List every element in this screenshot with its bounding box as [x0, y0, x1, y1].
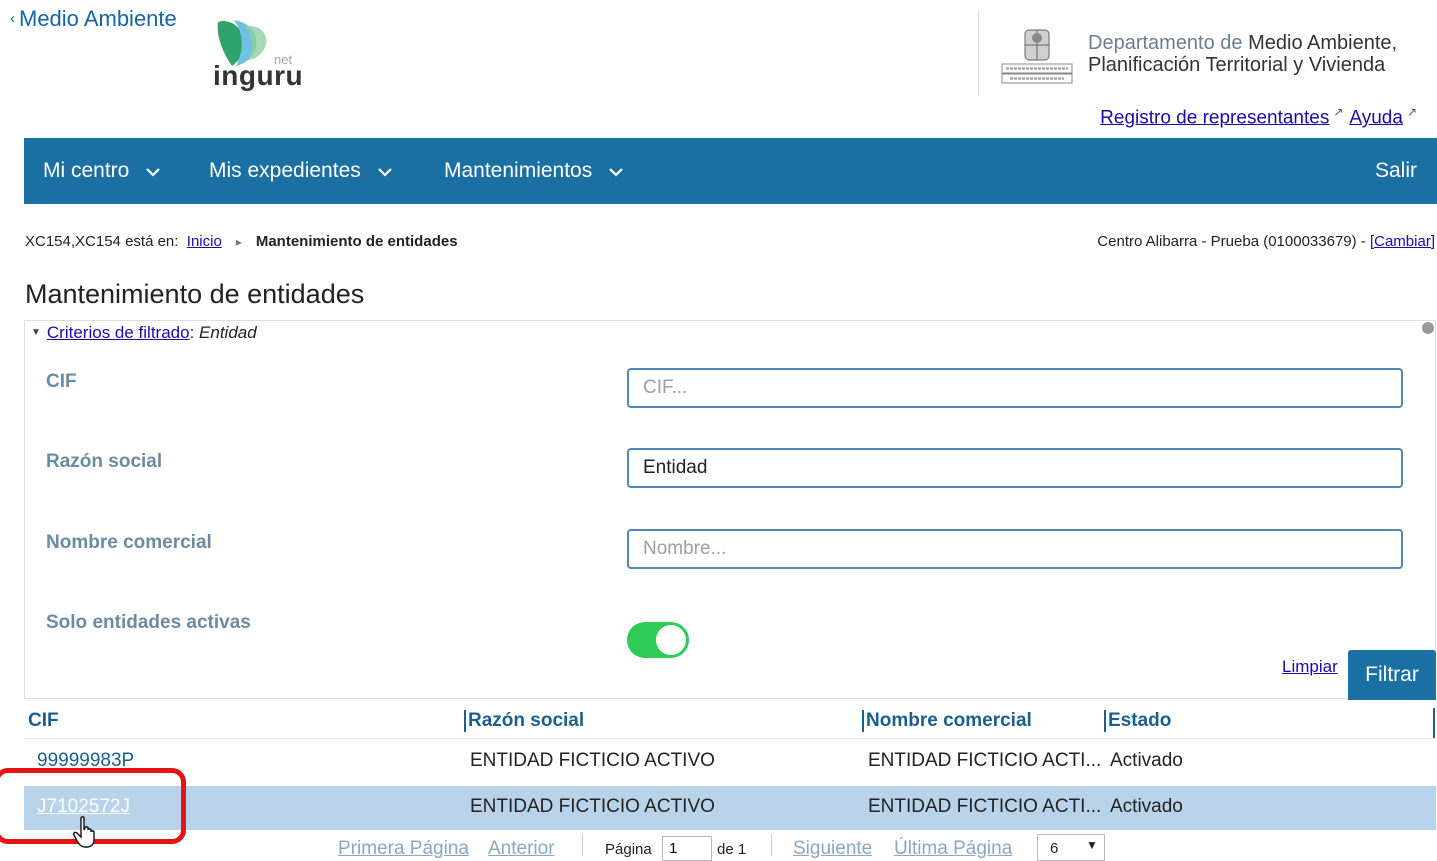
cell-nombre-comercial: ENTIDAD FICTICIO ACTI...: [868, 796, 1102, 817]
column-header-cif[interactable]: CIF: [28, 710, 59, 732]
toggle-knob: [656, 625, 686, 655]
department-name: Departamento de Medio Ambiente, Planific…: [1088, 32, 1397, 76]
pagination-page-input[interactable]: [662, 836, 712, 861]
centro-info: Centro Alibarra - Prueba (0100033679) - …: [1097, 233, 1435, 250]
column-header-nombre-comercial[interactable]: Nombre comercial: [862, 710, 1032, 732]
cambiar-centro-link[interactable]: [Cambiar]: [1370, 233, 1435, 250]
centro-label: Centro Alibarra - Prueba (0100033679) -: [1097, 233, 1370, 250]
header-divider: [978, 10, 979, 96]
registro-representantes-link[interactable]: Registro de representantes: [1100, 107, 1329, 128]
dept-prefix: Departamento de: [1088, 32, 1249, 54]
breadcrumb-prefix: XC154,XC154 está en:: [25, 233, 179, 250]
pagination-last[interactable]: Última Página: [894, 838, 1012, 860]
cif-input[interactable]: [627, 368, 1403, 408]
back-link-medio-ambiente[interactable]: ‹ Medio Ambiente: [10, 6, 177, 32]
hand-pointer-icon: [73, 816, 95, 848]
pagination-page-label: Página: [605, 841, 652, 858]
razon-social-input[interactable]: [627, 448, 1403, 488]
nav-mantenimientos-label: Mantenimientos: [444, 159, 593, 182]
dept-line2: Planificación Territorial y Vivienda: [1088, 54, 1386, 76]
pagination-of-label: de 1: [717, 841, 747, 858]
logo-wordmark: inguru: [213, 60, 304, 91]
column-header-razon-social[interactable]: Razón social: [464, 710, 584, 732]
external-link-icon: ↗: [1406, 105, 1417, 119]
cell-razon-social: ENTIDAD FICTICIO ACTIVO: [470, 796, 715, 817]
ayuda-link[interactable]: Ayuda: [1349, 107, 1403, 128]
filtrar-button[interactable]: Filtrar: [1348, 650, 1436, 700]
nav-mi-centro[interactable]: Mi centro: [43, 159, 161, 183]
dept-line1: Medio Ambiente,: [1248, 32, 1398, 54]
back-link-label: Medio Ambiente: [19, 6, 177, 31]
criteria-value: Entidad: [199, 323, 257, 342]
nav-mi-centro-label: Mi centro: [43, 159, 130, 182]
chevron-down-icon: [146, 168, 160, 177]
breadcrumb-inicio-link[interactable]: Inicio: [187, 233, 222, 250]
triangle-down-icon: ▼: [31, 327, 41, 338]
dropdown-arrow-icon: ▼: [1086, 838, 1098, 852]
filter-criteria-toggle[interactable]: ▼ Criterios de filtrado: Entidad: [31, 323, 257, 343]
pagination-divider: [771, 834, 772, 856]
cif-label: CIF: [46, 371, 77, 392]
criterios-filtrado-link[interactable]: Criterios de filtrado: [47, 323, 190, 342]
pagination-next[interactable]: Siguiente: [793, 838, 872, 860]
top-links: Registro de representantes ↗ Ayuda ↗: [1100, 105, 1423, 129]
chevron-down-icon: [609, 168, 623, 177]
nombre-comercial-label: Nombre comercial: [46, 532, 212, 553]
pagination-prev[interactable]: Anterior: [488, 838, 555, 860]
basque-government-crest: [1001, 29, 1073, 84]
page-size-value: 6: [1050, 840, 1059, 857]
chevron-left-icon: ‹: [10, 10, 15, 27]
column-header-estado[interactable]: Estado: [1104, 710, 1171, 732]
razon-social-label: Razón social: [46, 451, 163, 472]
solo-activas-label: Solo entidades activas: [46, 612, 251, 633]
cell-nombre-comercial: ENTIDAD FICTICIO ACTI...: [868, 750, 1102, 771]
table-header-divider: [24, 738, 1436, 739]
page-size-select[interactable]: 6 ▼: [1037, 834, 1105, 861]
breadcrumb-separator-icon: ▸: [235, 235, 242, 249]
limpiar-link[interactable]: Limpiar: [1282, 657, 1338, 677]
main-nav: Mi centro Mis expedientes Mantenimientos…: [24, 138, 1437, 204]
cell-razon-social: ENTIDAD FICTICIO ACTIVO: [470, 750, 715, 771]
column-resize-handle: [1433, 708, 1435, 738]
table-row-selected[interactable]: J7102572J ENTIDAD FICTICIO ACTIVO ENTIDA…: [24, 786, 1436, 830]
nav-mantenimientos[interactable]: Mantenimientos: [444, 159, 624, 183]
table-row[interactable]: 99999983P ENTIDAD FICTICIO ACTIVO ENTIDA…: [24, 740, 1436, 784]
pagination-divider: [582, 834, 583, 856]
pagination-first[interactable]: Primera Página: [338, 838, 469, 860]
nav-mis-expedientes-label: Mis expedientes: [209, 159, 361, 182]
cell-estado: Activado: [1110, 750, 1183, 771]
cell-estado: Activado: [1110, 796, 1183, 817]
solo-activas-toggle[interactable]: [627, 622, 689, 658]
salir-button[interactable]: Salir: [1375, 159, 1417, 183]
breadcrumb: XC154,XC154 está en: Inicio ▸ Mantenimient…: [25, 233, 458, 250]
breadcrumb-current: Mantenimiento de entidades: [255, 233, 458, 250]
nav-mis-expedientes[interactable]: Mis expedientes: [209, 159, 393, 183]
external-link-icon: ↗: [1333, 105, 1344, 119]
collapse-panel-icon[interactable]: [1422, 322, 1434, 334]
nombre-comercial-input[interactable]: [627, 529, 1403, 569]
chevron-down-icon: [377, 168, 392, 177]
page-title: Mantenimiento de entidades: [25, 279, 365, 309]
